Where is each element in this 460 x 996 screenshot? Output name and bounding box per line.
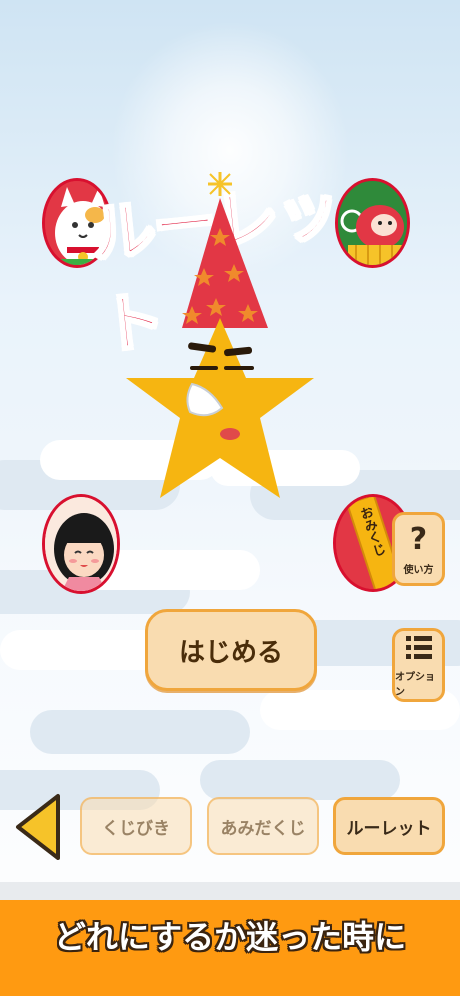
girl-icon [42, 494, 120, 594]
tab-roulette[interactable]: ルーレット [333, 797, 445, 855]
options-button[interactable]: オプション [392, 628, 445, 702]
party-hat [182, 198, 268, 328]
tab-kujibiki[interactable]: くじびき [80, 797, 192, 855]
start-button[interactable]: はじめる [145, 609, 317, 691]
bottom-banner: どれにするか迷った時に [0, 900, 460, 996]
banner-text: どれにするか迷った時に [53, 918, 407, 956]
sparkle-icon [208, 172, 232, 196]
question-icon: ? [409, 521, 428, 557]
options-button-label: オプション [395, 672, 435, 698]
back-arrow-icon[interactable] [14, 792, 62, 862]
banner-divider [0, 882, 460, 900]
star-character[interactable] [120, 168, 320, 508]
list-icon [405, 636, 432, 659]
tab-amidakuji[interactable]: あみだくじ [207, 797, 319, 855]
help-button[interactable]: ? 使い方 [392, 512, 445, 586]
help-button-label: 使い方 [403, 564, 434, 576]
